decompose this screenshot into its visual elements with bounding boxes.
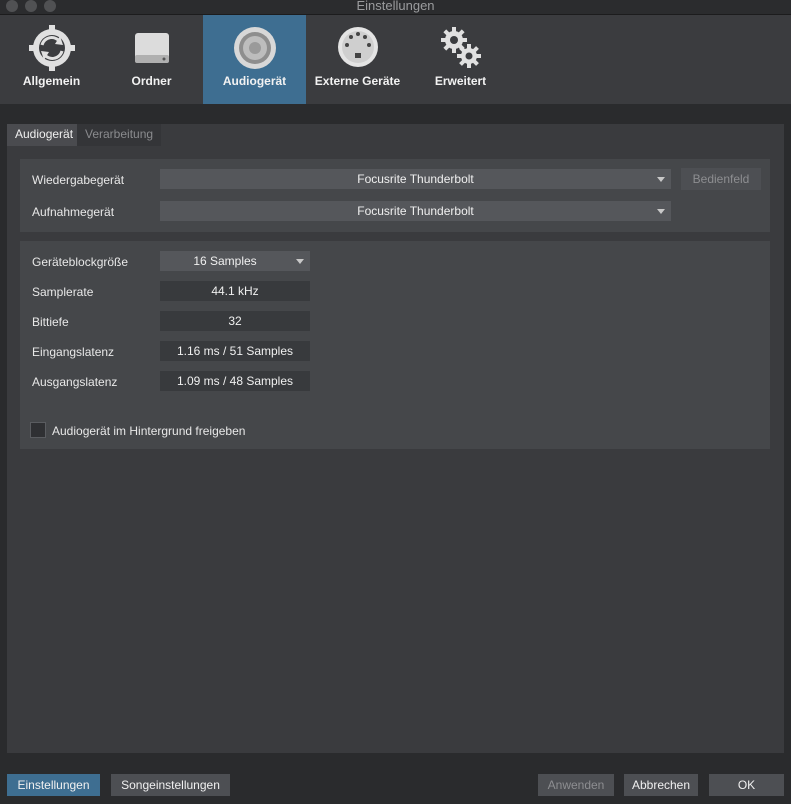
toolbar-item-general[interactable]: Allgemein bbox=[0, 15, 103, 104]
record-device-select[interactable]: Focusrite Thunderbolt bbox=[160, 201, 671, 221]
block-size-label: Geräteblockgröße bbox=[32, 255, 129, 269]
input-latency-label: Eingangslatenz bbox=[32, 345, 115, 359]
control-panel-button[interactable]: Bedienfeld bbox=[681, 168, 761, 190]
bit-depth-value: 32 bbox=[160, 311, 310, 331]
chevron-down-icon bbox=[657, 177, 665, 182]
chevron-down-icon bbox=[657, 209, 665, 214]
sync-icon bbox=[28, 25, 75, 71]
title-bar: Einstellungen bbox=[0, 0, 791, 15]
record-device-label: Aufnahmegerät bbox=[32, 205, 115, 219]
playback-device-value: Focusrite Thunderbolt bbox=[357, 172, 474, 186]
tab-audio-device[interactable]: Audiogerät bbox=[7, 124, 82, 146]
toolbar-item-audio-device[interactable]: Audiogerät bbox=[203, 15, 306, 104]
toolbar-item-advanced[interactable]: Erweitert bbox=[409, 15, 512, 104]
input-latency-value: 1.16 ms / 51 Samples bbox=[160, 341, 310, 361]
window-title: Einstellungen bbox=[356, 0, 435, 13]
apply-button[interactable]: Anwenden bbox=[538, 774, 614, 796]
playback-device-label: Wiedergabegerät bbox=[32, 173, 125, 187]
release-background-label: Audiogerät im Hintergrund freigeben bbox=[52, 424, 246, 438]
ok-button[interactable]: OK bbox=[709, 774, 784, 796]
playback-device-select[interactable]: Focusrite Thunderbolt bbox=[160, 169, 671, 189]
toolbar-label-folders: Ordner bbox=[131, 74, 172, 88]
output-latency-value: 1.09 ms / 48 Samples bbox=[160, 371, 310, 391]
toolbar-item-folders[interactable]: Ordner bbox=[100, 15, 203, 104]
audio-settings-panel: Geräteblockgröße 16 Samples Samplerate 4… bbox=[20, 241, 770, 449]
sample-rate-value: 44.1 kHz bbox=[160, 281, 310, 301]
bit-depth-label: Bittiefe bbox=[32, 315, 69, 329]
toolbar-label-general: Allgemein bbox=[22, 74, 81, 88]
record-device-value: Focusrite Thunderbolt bbox=[357, 204, 474, 218]
device-panel: Wiedergabegerät Focusrite Thunderbolt Be… bbox=[20, 159, 770, 232]
preferences-button[interactable]: Einstellungen bbox=[7, 774, 100, 796]
output-latency-label: Ausgangslatenz bbox=[32, 375, 118, 389]
toolbar-label-advanced: Erweitert bbox=[434, 74, 487, 88]
toolbar-label-audio-device: Audiogerät bbox=[222, 74, 287, 88]
speaker-icon bbox=[233, 27, 276, 69]
midi-port-icon bbox=[337, 27, 378, 67]
toolbar-item-external-devices[interactable]: Externe Geräte bbox=[306, 15, 409, 104]
preferences-toolbar: Allgemein Ordner Audiogerät Externe Gerä… bbox=[0, 15, 791, 104]
chevron-down-icon bbox=[296, 259, 304, 264]
sample-rate-label: Samplerate bbox=[32, 285, 94, 299]
block-size-value: 16 Samples bbox=[193, 254, 257, 268]
block-size-select[interactable]: 16 Samples bbox=[160, 251, 310, 271]
song-settings-button[interactable]: Songeinstellungen bbox=[111, 774, 230, 796]
cancel-button[interactable]: Abbrechen bbox=[624, 774, 698, 796]
toolbar-label-external-devices: Externe Geräte bbox=[314, 74, 401, 88]
tab-processing[interactable]: Verarbeitung bbox=[77, 124, 162, 146]
release-background-checkbox[interactable] bbox=[30, 422, 46, 438]
gears-icon bbox=[440, 27, 481, 68]
drive-icon bbox=[134, 33, 169, 63]
